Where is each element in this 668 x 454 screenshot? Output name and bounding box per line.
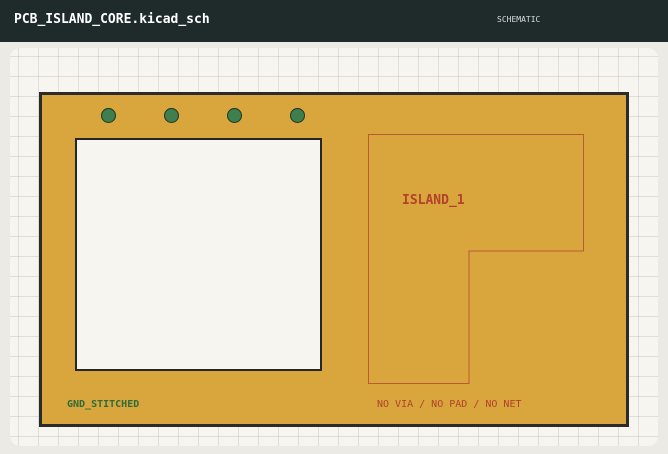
island-zone-outline — [368, 134, 584, 384]
board-cutout[interactable] — [75, 138, 322, 371]
island-label: ISLAND_1 — [402, 193, 465, 208]
via-1[interactable] — [101, 108, 116, 123]
document-title: PCB_ISLAND_CORE.kicad_sch — [14, 12, 210, 27]
pcb-board[interactable]: ISLAND_1 GND_STITCHED NO VIA / NO PAD / … — [39, 92, 629, 427]
island-zone[interactable] — [368, 134, 584, 384]
via-2[interactable] — [164, 108, 179, 123]
keepout-rule-label: NO VIA / NO PAD / NO NET — [377, 399, 522, 410]
title-bar: PCB_ISLAND_CORE.kicad_sch SCHEMATIC — [0, 0, 668, 42]
via-3[interactable] — [227, 108, 242, 123]
via-4[interactable] — [290, 108, 305, 123]
editor-mode-label: SCHEMATIC — [497, 15, 541, 24]
gnd-stitched-label: GND_STITCHED — [67, 399, 140, 410]
